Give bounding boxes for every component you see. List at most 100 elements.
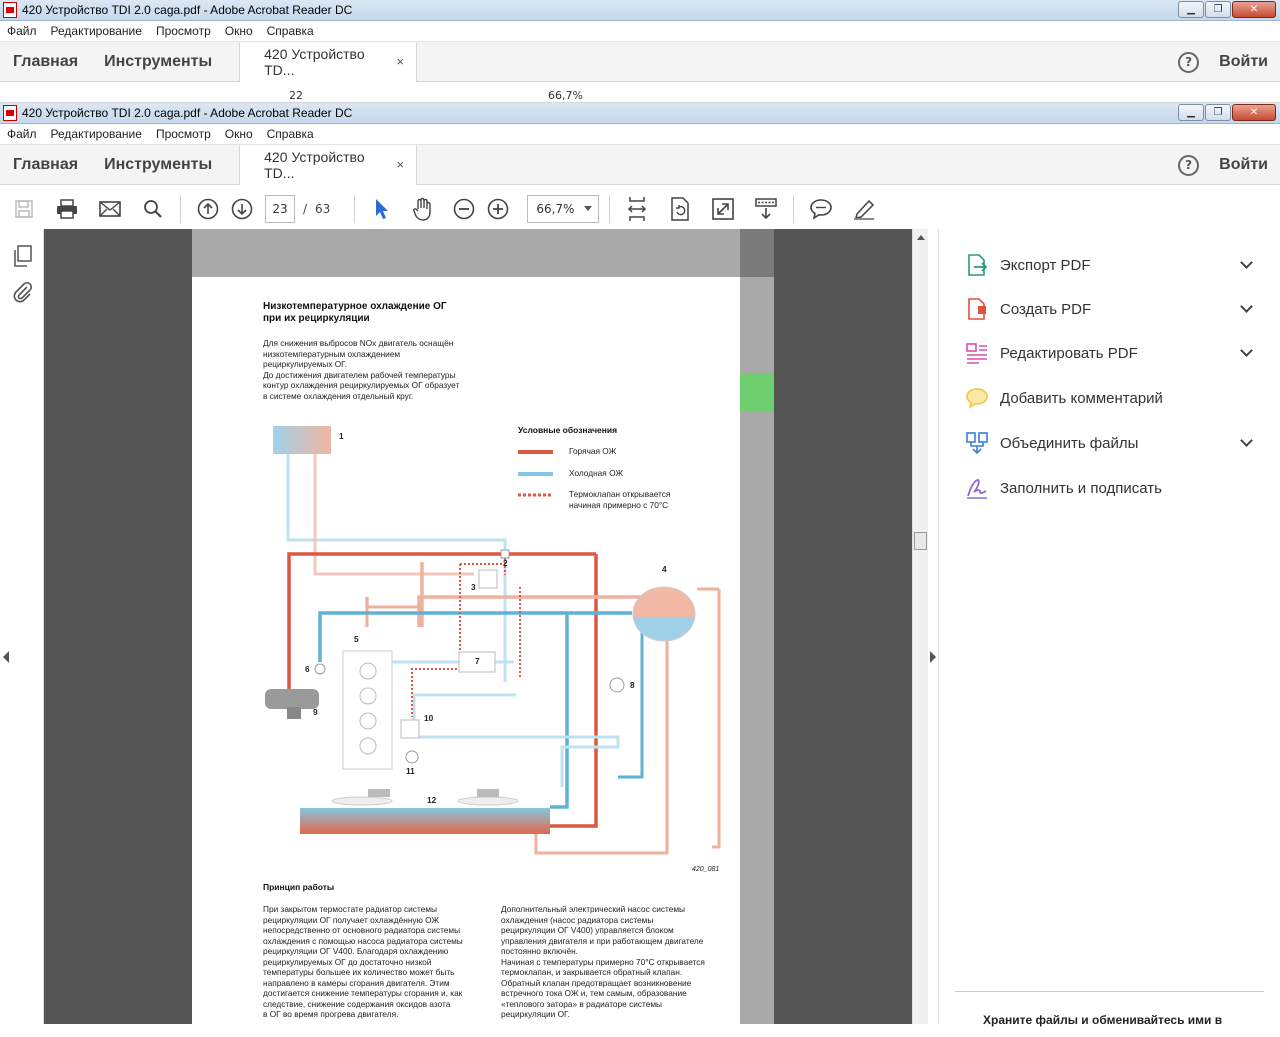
fill-sign-icon [967, 479, 987, 499]
page-number-input[interactable]: 23 [265, 194, 295, 223]
read-mode-icon[interactable] [750, 193, 782, 225]
collapse-right-pane-icon[interactable] [930, 651, 936, 663]
nav-tools[interactable]: Инструменты [91, 156, 225, 174]
bg-menu-edit[interactable]: Редактирование [51, 24, 142, 38]
bg-doc-tab[interactable]: 420 Устройство TD... × [239, 41, 418, 82]
tool-add-comment[interactable]: Добавить комментарий [965, 385, 1275, 411]
rotate-page-icon[interactable] [664, 193, 696, 225]
menu-help[interactable]: Справка [267, 127, 314, 141]
sensor-6 [314, 663, 326, 675]
toolbar-separator [609, 194, 611, 223]
page-green-tab [740, 373, 774, 411]
egr-cooler-9 [265, 689, 319, 709]
full-screen-icon[interactable] [707, 193, 739, 225]
chevron-down-icon[interactable] [1240, 256, 1253, 269]
background-window: 420 Устройство TDI 2.0 caga.pdf - Adobe … [0, 0, 1280, 103]
label-2: 2 [503, 558, 508, 568]
tool-export-pdf[interactable]: Экспорт PDF [965, 252, 1275, 278]
previous-page-bottom [192, 229, 740, 277]
tool-fill-sign-label: Заполнить и подписать [1000, 479, 1162, 497]
promo-text: Храните файлы и обменивайтесь ими в [983, 1013, 1223, 1027]
bg-nav-tools[interactable]: Инструменты [91, 53, 225, 71]
window-title: 420 Устройство TDI 2.0 caga.pdf - Adobe … [22, 106, 353, 120]
doc-tab[interactable]: 420 Устройство TD... × [239, 144, 418, 185]
nav-home[interactable]: Главная [0, 156, 91, 174]
label-4: 4 [662, 564, 667, 574]
pump-11 [405, 750, 419, 764]
cold-pipe-return [550, 613, 569, 809]
select-cursor-icon[interactable] [366, 193, 398, 225]
bg-nav-home[interactable]: Главная [0, 53, 91, 71]
thermostat-3 [478, 569, 498, 589]
tool-combine-files-label: Объединить файлы [1000, 434, 1139, 452]
doc-tab-close[interactable]: × [397, 157, 405, 172]
next-page-icon[interactable] [226, 193, 258, 225]
page-thumbnails-icon[interactable] [12, 245, 34, 267]
tool-edit-pdf[interactable]: Редактировать PDF [965, 340, 1275, 366]
label-11: 11 [406, 766, 415, 776]
menu-file[interactable]: Файл [7, 127, 37, 141]
bg-window-title: 420 Устройство TDI 2.0 caga.pdf - Adobe … [22, 3, 353, 17]
label-8: 8 [630, 680, 635, 690]
signin-button[interactable]: Войти [1219, 156, 1268, 174]
cooling-system-diagram [265, 426, 721, 855]
bg-signin-button[interactable]: Войти [1219, 53, 1268, 71]
section-title: Принцип работы [263, 882, 335, 892]
chevron-down-icon[interactable] [1240, 344, 1253, 357]
menu-edit[interactable]: Редактирование [51, 127, 142, 141]
zoom-out-icon[interactable] [448, 193, 480, 225]
search-icon[interactable] [137, 193, 169, 225]
right-pane-divider[interactable] [928, 229, 938, 1024]
chevron-down-icon[interactable] [1240, 300, 1253, 313]
comment-icon[interactable] [805, 193, 837, 225]
chevron-down-icon[interactable] [1240, 434, 1253, 447]
label-10: 10 [424, 713, 434, 723]
legend-title: Условные обозначения [518, 425, 618, 435]
legend-thermo-label-2: начиная примерно с 70°С [569, 500, 669, 510]
bg-menu-view[interactable]: Просмотр [156, 24, 211, 38]
scroll-up-arrow-icon[interactable] [917, 235, 925, 240]
attachments-icon[interactable] [12, 281, 34, 303]
bg-zoom-value: 66,7% [548, 89, 583, 102]
tool-fill-sign[interactable]: Заполнить и подписать [965, 475, 1275, 501]
tools-divider [955, 991, 1264, 992]
save-icon[interactable] [8, 193, 40, 225]
zoom-select[interactable]: 66,7% [527, 194, 600, 223]
tool-create-pdf-label: Создать PDF [1000, 300, 1092, 318]
tool-create-pdf[interactable]: Создать PDF [965, 296, 1275, 322]
close-button[interactable]: ✕ [1232, 104, 1276, 121]
menu-window[interactable]: Окно [225, 127, 253, 141]
document-viewer[interactable]: Низкотемпературное охлаждение ОГ при их … [44, 229, 912, 1037]
page-total: 63 [315, 201, 331, 216]
menu-view[interactable]: Просмотр [156, 127, 211, 141]
page-side-block [740, 229, 774, 277]
bg-toolbar: 22 66,7% [0, 82, 1280, 103]
bg-menu-window[interactable]: Окно [225, 24, 253, 38]
bg-maximize-button[interactable]: ❐ [1205, 1, 1231, 18]
print-icon[interactable] [51, 193, 83, 225]
bg-help-icon[interactable]: ? [1178, 51, 1200, 73]
bg-close-button[interactable]: ✕ [1232, 1, 1276, 18]
tool-combine-files[interactable]: Объединить файлы [965, 430, 1275, 456]
hand-tool-icon[interactable] [407, 193, 439, 225]
zoom-in-icon[interactable] [482, 193, 514, 225]
maximize-button[interactable]: ❐ [1205, 104, 1231, 121]
page-separator: / [303, 201, 308, 216]
pdf-page: Низкотемпературное охлаждение ОГ при их … [192, 277, 740, 1037]
bg-menu-file[interactable]: Файл [7, 24, 37, 38]
highlight-pen-icon[interactable] [848, 193, 880, 225]
main-window-chrome: 420 Устройство TDI 2.0 caga.pdf - Adobe … [0, 103, 1280, 233]
scrollbar-thumb[interactable] [914, 532, 927, 550]
figure-code: 420_081 [692, 866, 720, 873]
vertical-scrollbar[interactable] [912, 229, 928, 1024]
text-column-1: При закрытом термостате радиатор системы… [263, 904, 463, 1019]
email-icon[interactable] [94, 193, 126, 225]
fit-page-icon[interactable] [621, 193, 653, 225]
help-icon[interactable]: ? [1178, 154, 1200, 176]
tools-pane: Экспорт PDF Создать PDF Редактировать PD… [938, 229, 1280, 1027]
bg-minimize-button[interactable]: ▁ [1178, 1, 1204, 18]
bg-menu-help[interactable]: Справка [267, 24, 314, 38]
collapse-left-pane-icon[interactable] [3, 651, 9, 663]
minimize-button[interactable]: ▁ [1178, 104, 1204, 121]
prev-page-icon[interactable] [192, 193, 224, 225]
